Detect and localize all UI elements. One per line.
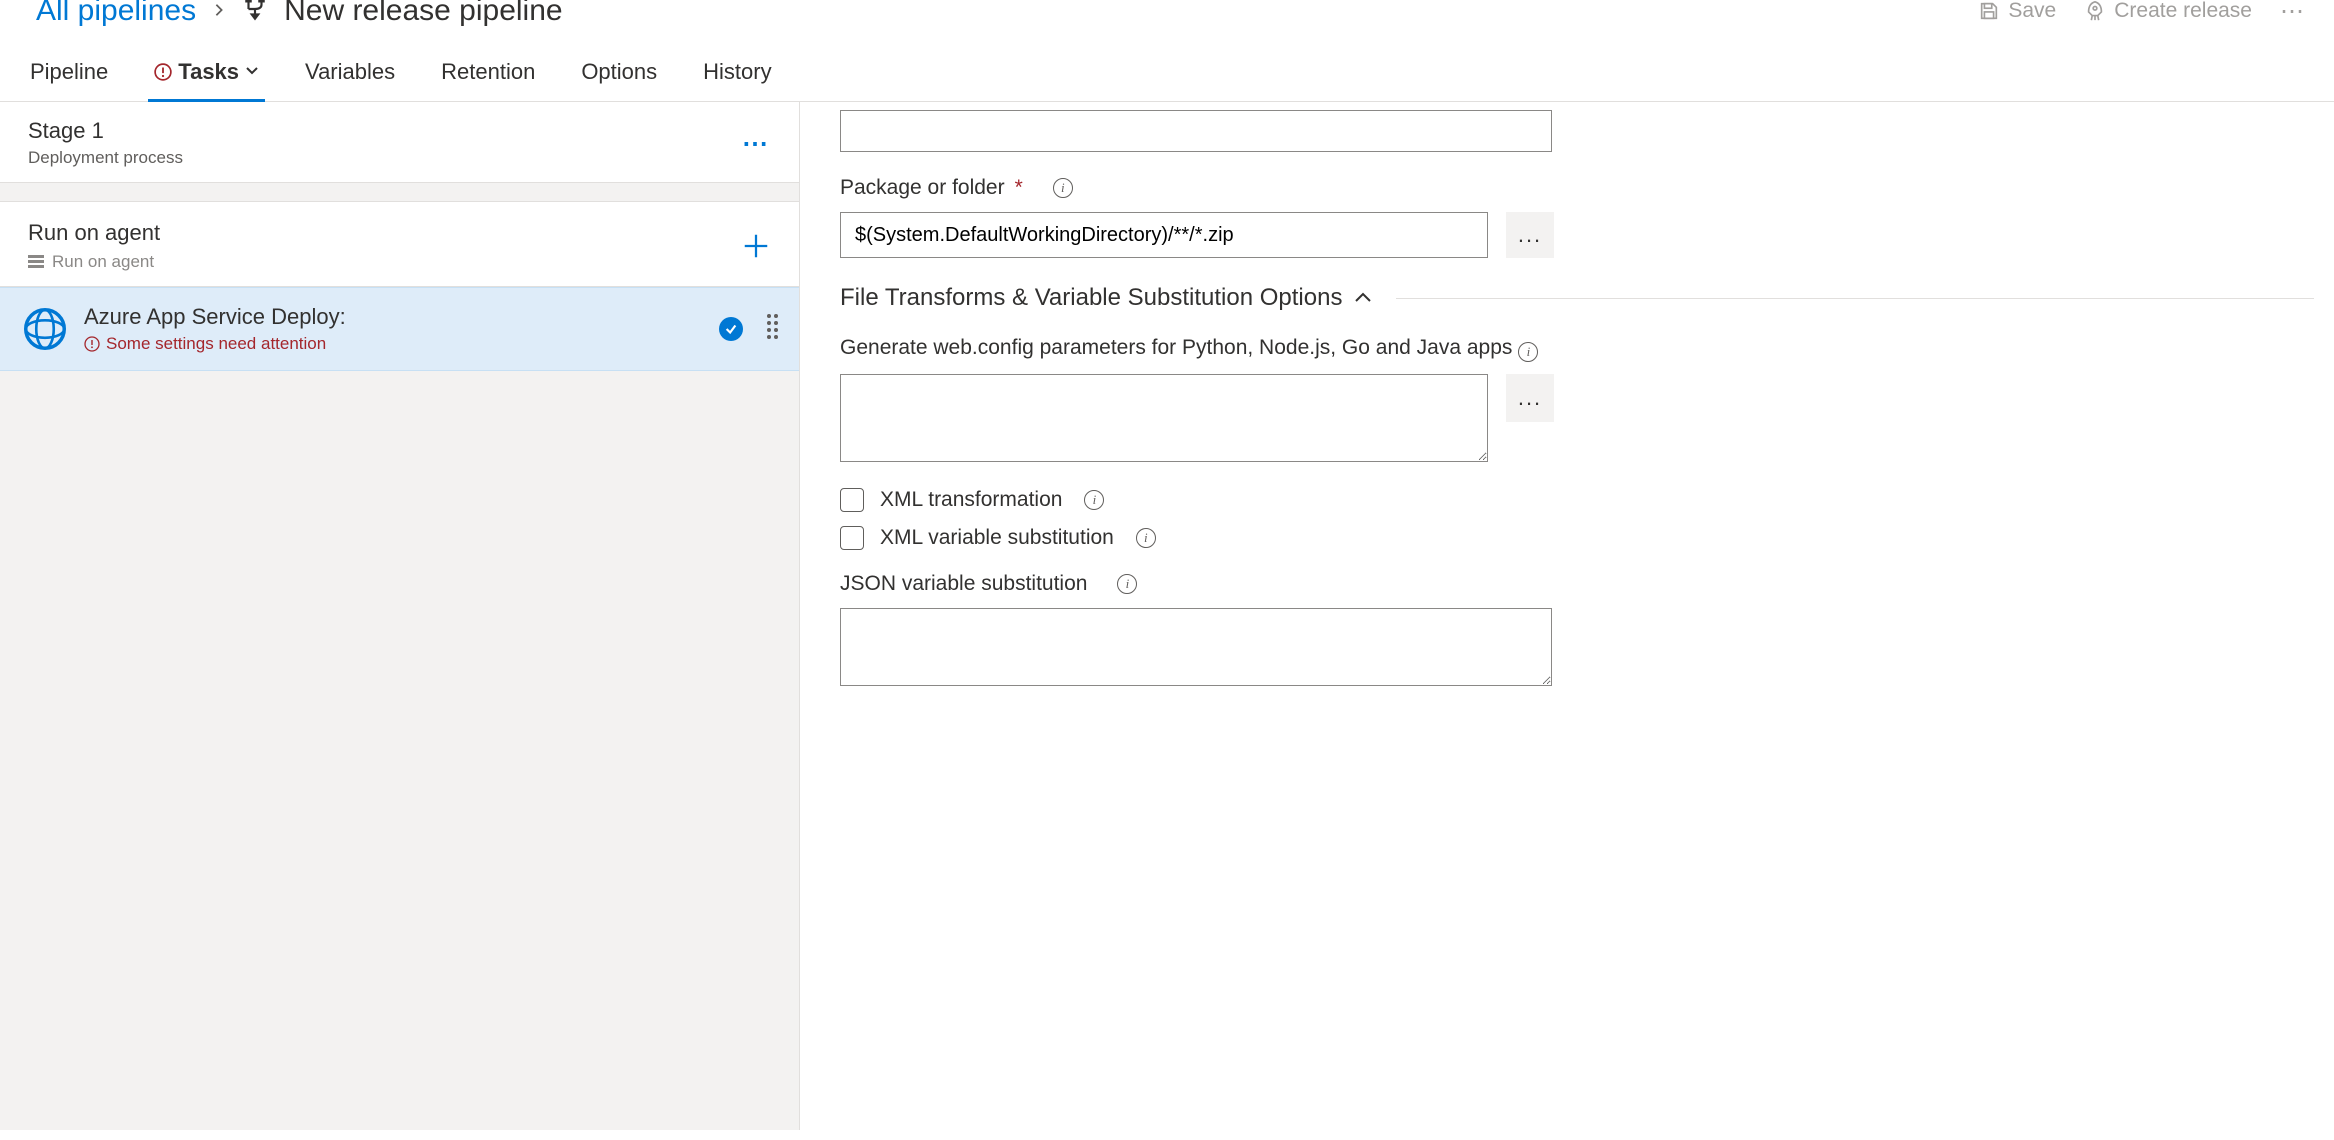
info-icon[interactable]: i <box>1053 178 1073 198</box>
add-task-button[interactable] <box>741 231 771 261</box>
chevron-right-icon <box>212 0 226 23</box>
save-button[interactable]: Save <box>1978 0 2056 23</box>
info-icon[interactable]: i <box>1518 342 1538 362</box>
topbar-actions: Save Create release ⋯ <box>1978 0 2306 26</box>
task-warning-text: Some settings need attention <box>106 334 326 354</box>
save-icon <box>1978 0 2000 22</box>
create-release-button[interactable]: Create release <box>2084 0 2252 23</box>
agent-job-subtitle-text: Run on agent <box>52 252 154 272</box>
tab-options[interactable]: Options <box>581 42 657 101</box>
stage-subtitle: Deployment process <box>28 148 183 168</box>
package-or-folder-label: Package or folder <box>840 176 1005 200</box>
tab-variables[interactable]: Variables <box>305 42 395 101</box>
chevron-up-icon <box>1354 292 1372 304</box>
info-icon[interactable]: i <box>1084 490 1104 510</box>
section-file-transforms-label: File Transforms & Variable Substitution … <box>840 284 1342 312</box>
field-json-variable-substitution: JSON variable substitution i <box>840 572 2314 689</box>
generate-webconfig-input[interactable] <box>840 374 1488 462</box>
warning-icon <box>154 63 172 81</box>
field-package-or-folder: Package or folder * i ... <box>840 176 2314 258</box>
task-list-panel: Stage 1 Deployment process ⋯ Run on agen… <box>0 102 800 1130</box>
package-or-folder-input[interactable] <box>840 212 1488 258</box>
breadcrumb-all-pipelines[interactable]: All pipelines <box>36 0 196 28</box>
more-actions-button[interactable]: ⋯ <box>2280 0 2306 26</box>
json-variable-substitution-label: JSON variable substitution <box>840 572 1087 596</box>
checkbox-xml-variable-substitution-row: XML variable substitution i <box>840 526 2314 550</box>
task-row-azure-app-service-deploy[interactable]: Azure App Service Deploy: Some settings … <box>0 287 799 371</box>
stage-title: Stage 1 <box>28 118 183 144</box>
tab-tasks[interactable]: Tasks <box>154 42 259 101</box>
create-release-label: Create release <box>2114 0 2252 23</box>
field-generate-webconfig: Generate web.config parameters for Pytho… <box>840 334 2314 462</box>
page-title[interactable]: New release pipeline <box>284 0 563 28</box>
stage-header[interactable]: Stage 1 Deployment process ⋯ <box>0 102 799 183</box>
json-variable-substitution-input[interactable] <box>840 608 1552 686</box>
required-indicator: * <box>1015 176 1023 200</box>
check-icon <box>724 322 738 336</box>
xml-transformation-label: XML transformation <box>880 488 1062 512</box>
task-enabled-badge[interactable] <box>719 317 743 341</box>
browse-webconfig-button[interactable]: ... <box>1506 374 1554 422</box>
save-label: Save <box>2008 0 2056 23</box>
main-panel: Stage 1 Deployment process ⋯ Run on agen… <box>0 102 2334 1130</box>
pipeline-icon <box>242 0 268 26</box>
azure-app-service-icon <box>24 308 66 350</box>
checkbox-xml-transformation-row: XML transformation i <box>840 488 2314 512</box>
breadcrumb: All pipelines New release pipeline <box>36 0 1978 28</box>
tab-pipeline[interactable]: Pipeline <box>30 42 108 101</box>
agent-job-row[interactable]: Run on agent Run on agent <box>0 201 799 287</box>
checkbox-xml-transformation[interactable] <box>840 488 864 512</box>
section-divider <box>1396 298 2314 299</box>
browse-package-button[interactable]: ... <box>1506 212 1554 258</box>
checkbox-xml-variable-substitution[interactable] <box>840 526 864 550</box>
info-icon[interactable]: i <box>1117 574 1137 594</box>
server-icon <box>28 255 44 269</box>
agent-job-subtitle: Run on agent <box>28 252 160 272</box>
stage-more-button[interactable]: ⋯ <box>742 128 771 159</box>
tab-history[interactable]: History <box>703 42 771 101</box>
warning-icon <box>84 336 100 352</box>
xml-variable-substitution-label: XML variable substitution <box>880 526 1114 550</box>
task-warning: Some settings need attention <box>84 334 346 354</box>
task-details-panel: Package or folder * i ... File Transform… <box>800 102 2334 1130</box>
task-title: Azure App Service Deploy: <box>84 304 346 330</box>
generate-webconfig-label: Generate web.config parameters for Pytho… <box>840 336 1512 360</box>
agent-job-title: Run on agent <box>28 220 160 246</box>
rocket-icon <box>2084 0 2106 22</box>
tab-retention[interactable]: Retention <box>441 42 535 101</box>
tabs-nav: Pipeline Tasks Variables Retention Optio… <box>0 42 2334 102</box>
previous-field-input[interactable] <box>840 110 1552 152</box>
section-file-transforms[interactable]: File Transforms & Variable Substitution … <box>840 284 2314 312</box>
drag-handle[interactable] <box>767 314 781 344</box>
info-icon[interactable]: i <box>1136 528 1156 548</box>
tab-tasks-label: Tasks <box>178 59 239 85</box>
top-bar: All pipelines New release pipeline Save <box>0 0 2334 42</box>
chevron-down-icon <box>245 63 259 81</box>
